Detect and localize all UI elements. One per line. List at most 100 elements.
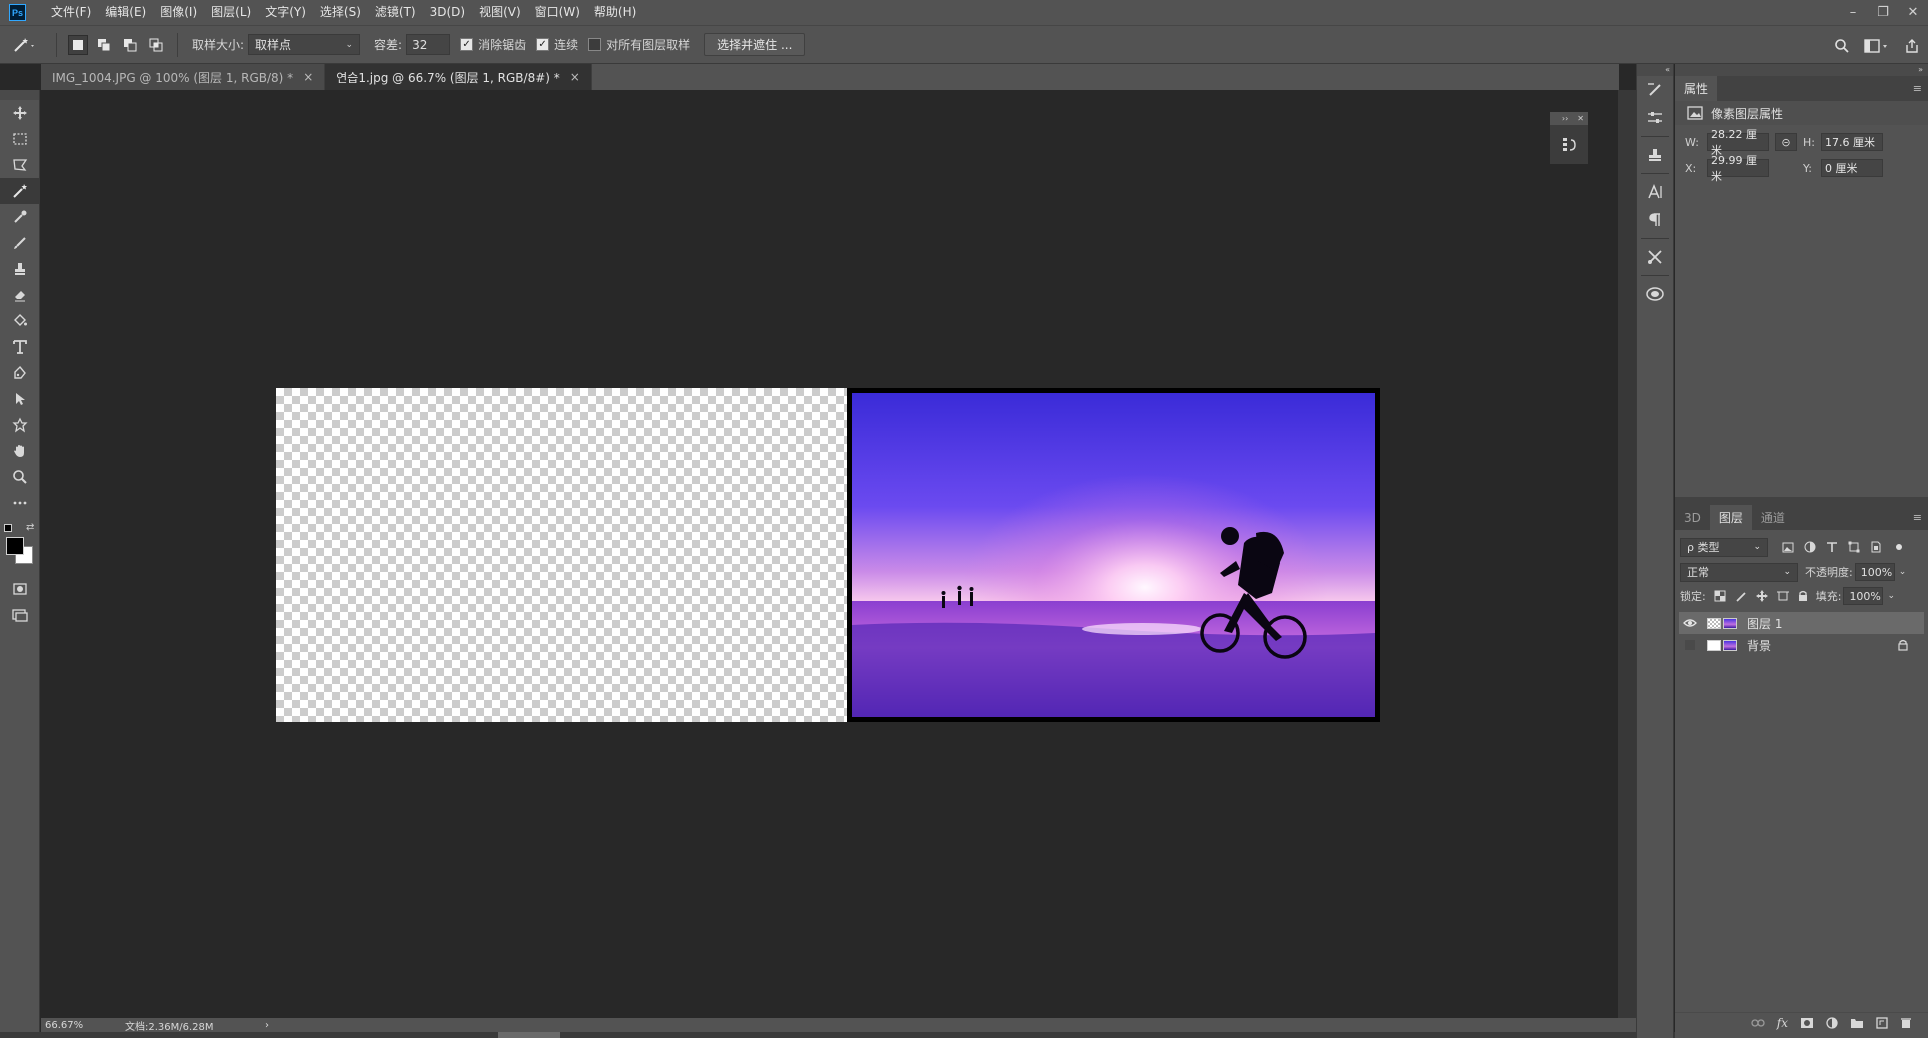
share-icon[interactable] — [1904, 38, 1920, 54]
new-layer-icon[interactable] — [1876, 1016, 1888, 1029]
quick-mask-button[interactable] — [0, 576, 40, 602]
blend-mode-select[interactable]: 正常 ⌄ — [1680, 562, 1798, 582]
character-panel-icon[interactable] — [1637, 178, 1673, 206]
clone-stamp-tool[interactable] — [0, 256, 40, 282]
tolerance-input[interactable]: 32 — [406, 34, 451, 55]
zoom-level[interactable]: 66.67% — [45, 1020, 125, 1031]
status-menu-arrow-icon[interactable]: › — [265, 1020, 269, 1031]
filter-shape-icon[interactable] — [1848, 541, 1860, 553]
toolbar-grip[interactable] — [0, 90, 39, 100]
foreground-color-swatch[interactable] — [6, 537, 24, 555]
filter-smart-object-icon[interactable] — [1870, 541, 1882, 553]
magic-wand-tool[interactable] — [0, 178, 40, 204]
lasso-tool[interactable] — [0, 152, 40, 178]
visibility-toggle[interactable] — [1679, 640, 1701, 650]
pen-tool[interactable] — [0, 360, 40, 386]
layer-row[interactable]: 图层 1 — [1679, 612, 1924, 634]
sample-all-layers-checkbox[interactable] — [588, 38, 602, 51]
close-panel-icon[interactable]: ✕ — [1577, 114, 1584, 123]
new-group-icon[interactable] — [1850, 1017, 1864, 1029]
lock-image-pixels-icon[interactable] — [1735, 590, 1747, 602]
panel-expand-icon[interactable]: » — [1675, 64, 1928, 76]
shape-tool[interactable] — [0, 412, 40, 438]
menu-filter[interactable]: 滤镜(T) — [368, 0, 423, 25]
menu-type[interactable]: 文字(Y) — [258, 0, 313, 25]
lock-all-icon[interactable] — [1798, 590, 1808, 602]
eye-icon[interactable] — [1679, 618, 1701, 628]
select-and-mask-button[interactable]: 选择并遮住 ... — [704, 33, 806, 56]
search-icon[interactable] — [1834, 38, 1850, 54]
layer-row[interactable]: 背景 — [1679, 634, 1924, 656]
document-tab-active[interactable]: 연습1.jpg @ 66.7% (图层 1, RGB/8#) * × — [325, 64, 592, 90]
layer-filter-select[interactable]: ρ 类型 ⌄ — [1680, 537, 1768, 557]
delete-layer-icon[interactable] — [1900, 1017, 1912, 1029]
menu-edit[interactable]: 编辑(E) — [98, 0, 153, 25]
layer-style-icon[interactable]: fx — [1777, 1016, 1788, 1030]
history-icon[interactable] — [1561, 136, 1577, 154]
height-input[interactable]: 17.6 厘米 — [1821, 133, 1883, 151]
paragraph-panel-icon[interactable] — [1637, 206, 1673, 234]
path-selection-tool[interactable] — [0, 386, 40, 412]
dock-collapse-icon[interactable]: « — [1637, 64, 1673, 76]
intersect-selection-button[interactable] — [146, 35, 166, 55]
filter-pixel-icon[interactable] — [1782, 542, 1794, 553]
menu-file[interactable]: 文件(F) — [44, 0, 98, 25]
close-tab-icon[interactable]: × — [303, 70, 313, 84]
menu-window[interactable]: 窗口(W) — [528, 0, 587, 25]
adjustments-icon[interactable] — [1637, 104, 1673, 132]
default-colors-icon[interactable] — [4, 524, 12, 532]
brush-settings-icon[interactable] — [1637, 76, 1673, 104]
sample-size-select[interactable]: 取样点 ⌄ — [248, 34, 361, 55]
link-dimensions-button[interactable]: ⊝ — [1775, 133, 1797, 151]
layer-image-sunset-cyclist[interactable] — [847, 388, 1380, 722]
x-position-input[interactable]: 29.99 厘米 — [1707, 154, 1769, 183]
eyedropper-tool[interactable] — [0, 204, 40, 230]
menu-help[interactable]: 帮助(H) — [587, 0, 643, 25]
edit-toolbar-button[interactable] — [0, 490, 40, 516]
document-tab[interactable]: IMG_1004.JPG @ 100% (图层 1, RGB/8) * × — [41, 64, 326, 90]
clone-source-icon[interactable] — [1637, 141, 1673, 169]
layer-name[interactable]: 背景 — [1747, 637, 1771, 654]
panel-menu-icon[interactable]: ≡ — [1913, 82, 1922, 95]
brush-tool[interactable] — [0, 230, 40, 256]
hand-tool[interactable] — [0, 438, 40, 464]
adjustment-layer-icon[interactable] — [1826, 1016, 1838, 1029]
tab-3d[interactable]: 3D — [1675, 505, 1710, 530]
close-button[interactable]: ✕ — [1898, 0, 1928, 25]
tool-presets-icon[interactable] — [1637, 243, 1673, 271]
screen-mode-button[interactable] — [0, 602, 40, 628]
restore-button[interactable]: ❐ — [1868, 0, 1898, 25]
scrollbar-thumb[interactable] — [498, 1032, 560, 1038]
paint-bucket-tool[interactable] — [0, 308, 40, 334]
close-tab-icon[interactable]: × — [570, 70, 580, 84]
tab-properties[interactable]: 属性 — [1675, 76, 1718, 101]
minimize-button[interactable]: – — [1838, 0, 1868, 25]
width-input[interactable]: 28.22 厘米 — [1707, 128, 1769, 157]
filter-adjustment-icon[interactable] — [1804, 541, 1816, 553]
fill-input[interactable]: 100% — [1843, 587, 1884, 605]
menu-layer[interactable]: 图层(L) — [204, 0, 258, 25]
antialias-checkbox[interactable]: ✓ — [460, 38, 474, 51]
workspace-icon[interactable] — [1864, 38, 1890, 54]
y-position-input[interactable]: 0 厘米 — [1821, 159, 1883, 177]
expand-panel-icon[interactable]: ›› — [1562, 114, 1568, 123]
eraser-tool[interactable] — [0, 282, 40, 308]
add-selection-button[interactable] — [94, 35, 114, 55]
menu-3d[interactable]: 3D(D) — [423, 0, 472, 25]
menu-image[interactable]: 图像(I) — [153, 0, 204, 25]
lock-transparent-pixels-icon[interactable] — [1714, 590, 1726, 602]
menu-view[interactable]: 视图(V) — [472, 0, 528, 25]
prevent-auto-nesting-icon[interactable] — [1776, 590, 1789, 602]
move-tool[interactable] — [0, 100, 40, 126]
marquee-tool[interactable] — [0, 126, 40, 152]
contiguous-checkbox[interactable]: ✓ — [536, 38, 550, 51]
layer-name[interactable]: 图层 1 — [1747, 615, 1782, 632]
filter-toggle-switch[interactable] — [1896, 544, 1902, 550]
filter-type-icon[interactable] — [1826, 541, 1838, 553]
menu-select[interactable]: 选择(S) — [313, 0, 368, 25]
libraries-icon[interactable] — [1637, 280, 1673, 308]
new-selection-button[interactable] — [68, 34, 88, 55]
vertical-scrollbar[interactable] — [1618, 90, 1636, 1018]
chevron-down-icon[interactable]: ⌄ — [1899, 567, 1907, 577]
lock-position-icon[interactable] — [1755, 590, 1768, 602]
